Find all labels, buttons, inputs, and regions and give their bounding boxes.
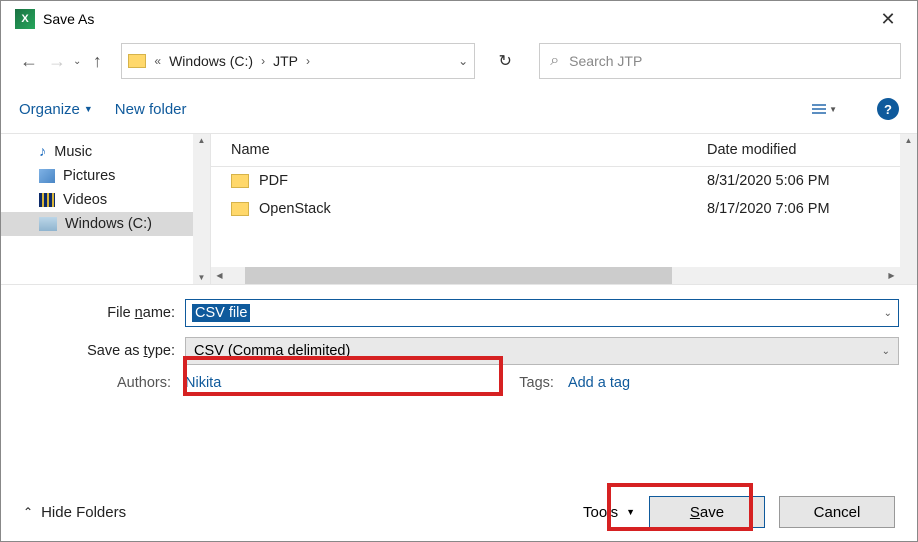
folder-icon — [128, 54, 146, 68]
file-date: 8/17/2020 7:06 PM — [687, 195, 917, 223]
search-box[interactable]: ⌕ — [539, 43, 901, 79]
music-icon: ♪ — [39, 144, 46, 160]
view-options-button[interactable]: ▼ — [812, 104, 837, 114]
savetype-value: CSV (Comma delimited) — [194, 343, 350, 359]
back-button[interactable]: ← — [17, 49, 41, 73]
hide-folders-label: Hide Folders — [41, 504, 126, 521]
pictures-icon — [39, 169, 55, 183]
drive-icon — [39, 217, 57, 231]
tags-label: Tags: — [519, 375, 554, 391]
folder-tree[interactable]: ♪ Music Pictures Videos Windows (C:) ▲▼ — [1, 134, 211, 284]
tree-label: Windows (C:) — [65, 216, 152, 232]
breadcrumb-separator-icon: › — [261, 54, 265, 68]
file-name: PDF — [259, 173, 288, 189]
address-history-dropdown[interactable]: ⌄ — [458, 54, 468, 68]
forward-button[interactable]: → — [45, 49, 69, 73]
search-input[interactable] — [569, 53, 890, 69]
search-icon: ⌕ — [550, 52, 559, 70]
tree-label: Music — [54, 144, 92, 160]
help-button[interactable]: ? — [877, 98, 899, 120]
file-name: OpenStack — [259, 201, 331, 217]
filename-input[interactable]: CSV file ⌄ — [185, 299, 899, 327]
tree-label: Videos — [63, 192, 107, 208]
refresh-button[interactable]: ↻ — [487, 43, 523, 79]
chevron-down-icon: ▼ — [84, 104, 93, 114]
chevron-down-icon[interactable]: ⌄ — [884, 308, 892, 319]
authors-label: Authors: — [117, 375, 171, 391]
videos-icon — [39, 193, 55, 207]
tools-label: Tools — [583, 504, 618, 521]
save-button[interactable]: Save — [649, 496, 765, 528]
tools-menu[interactable]: Tools ▼ — [583, 504, 635, 521]
breadcrumb-folder[interactable]: JTP — [273, 53, 298, 69]
tree-item-pictures[interactable]: Pictures — [1, 164, 210, 188]
tree-label: Pictures — [63, 168, 115, 184]
savetype-label: Save as type: — [19, 343, 175, 359]
column-header-date[interactable]: Date modified — [687, 134, 917, 167]
tags-value[interactable]: Add a tag — [568, 375, 630, 391]
save-form: File name: CSV file ⌄ Save as type: CSV … — [1, 285, 917, 391]
nav-row: ← → ⌄ ↑ « Windows (C:) › JTP › ⌄ ↻ ⌕ — [1, 37, 917, 85]
chevron-down-icon: ▼ — [626, 507, 635, 517]
recent-locations-dropdown[interactable]: ⌄ — [73, 56, 81, 67]
chevron-down-icon[interactable]: ⌄ — [882, 346, 890, 357]
organize-menu[interactable]: Organize ▼ — [19, 101, 93, 118]
tree-scrollbar[interactable]: ▲▼ — [193, 134, 210, 284]
list-item[interactable]: OpenStack 8/17/2020 7:06 PM — [211, 195, 917, 223]
chevron-down-icon: ▼ — [829, 105, 837, 114]
tree-item-videos[interactable]: Videos — [1, 188, 210, 212]
cancel-button[interactable]: Cancel — [779, 496, 895, 528]
breadcrumb-drive[interactable]: Windows (C:) — [169, 53, 253, 69]
address-bar[interactable]: « Windows (C:) › JTP › ⌄ — [121, 43, 475, 79]
tree-item-music[interactable]: ♪ Music — [1, 140, 210, 164]
organize-label: Organize — [19, 101, 80, 118]
window-title: Save As — [43, 11, 94, 27]
file-browser: ♪ Music Pictures Videos Windows (C:) ▲▼ … — [1, 133, 917, 285]
hide-folders-button[interactable]: ⌃ Hide Folders — [23, 504, 126, 521]
list-item[interactable]: PDF 8/31/2020 5:06 PM — [211, 167, 917, 196]
file-list[interactable]: ⌄ Name Date modified PDF 8/31/2020 5:06 … — [211, 134, 917, 284]
breadcrumb-overflow[interactable]: « — [154, 54, 161, 68]
view-list-icon — [812, 104, 826, 114]
titlebar: X Save As ✕ — [1, 1, 917, 37]
chevron-up-icon: ⌃ — [23, 505, 33, 519]
vertical-scrollbar[interactable]: ▲ — [900, 134, 917, 284]
excel-app-icon: X — [15, 9, 35, 29]
tree-item-drive-c[interactable]: Windows (C:) — [1, 212, 210, 236]
horizontal-scrollbar[interactable]: ◀▶ — [211, 267, 900, 284]
savetype-dropdown[interactable]: CSV (Comma delimited) ⌄ — [185, 337, 899, 365]
close-button[interactable]: ✕ — [865, 1, 911, 37]
filename-label: File name: — [19, 305, 175, 321]
breadcrumb-separator-icon: › — [306, 54, 310, 68]
file-date: 8/31/2020 5:06 PM — [687, 167, 917, 196]
folder-icon — [231, 202, 249, 216]
new-folder-button[interactable]: New folder — [115, 101, 187, 118]
up-button[interactable]: ↑ — [85, 49, 109, 73]
filename-value: CSV file — [192, 304, 250, 322]
folder-icon — [231, 174, 249, 188]
column-header-name[interactable]: Name — [211, 134, 687, 167]
toolbar: Organize ▼ New folder ▼ ? — [1, 85, 917, 133]
bottom-bar: ⌃ Hide Folders Tools ▼ Save Cancel — [1, 483, 917, 541]
authors-value[interactable]: Nikita — [185, 375, 221, 391]
